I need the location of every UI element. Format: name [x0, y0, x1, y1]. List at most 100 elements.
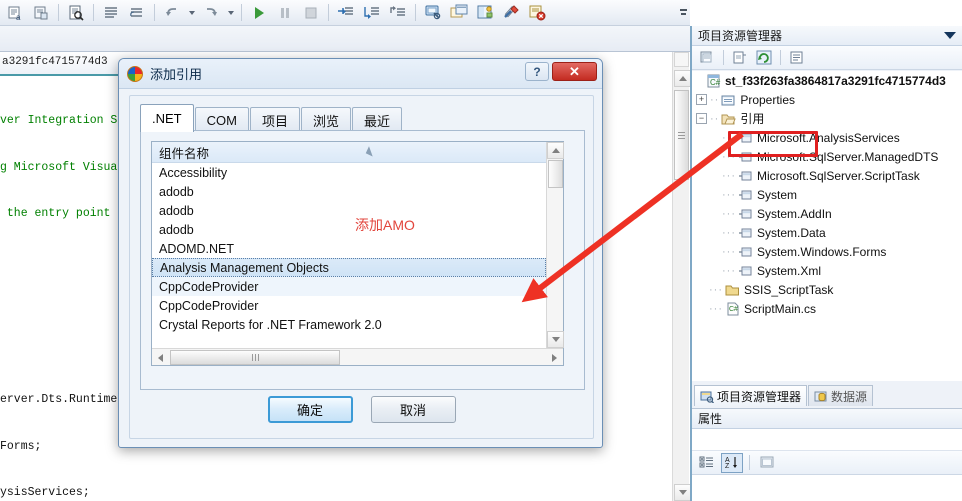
dialog-close-button[interactable]: ✕ — [552, 62, 597, 81]
help-button[interactable]: ? — [525, 62, 549, 81]
step-over-icon[interactable] — [360, 2, 384, 24]
view-code-button[interactable] — [786, 48, 808, 68]
ok-button[interactable]: 确定 — [267, 396, 353, 423]
toggle-bookmark-icon[interactable] — [421, 2, 445, 24]
tree-connector: ··· — [722, 245, 736, 258]
properties-grid[interactable] — [692, 475, 962, 501]
reference-icon — [738, 169, 753, 183]
properties-window-button[interactable] — [696, 48, 718, 68]
tree-item-references[interactable]: − ·· 引用 — [692, 109, 962, 128]
list-item[interactable]: CppCodeProvider — [152, 277, 546, 296]
tree-item-reference[interactable]: ··· System.Windows.Forms — [692, 242, 962, 261]
toolbar-separator — [749, 455, 750, 470]
categorized-button[interactable] — [696, 453, 718, 473]
tree-item-reference[interactable]: ··· System.AddIn — [692, 204, 962, 223]
tree-item-label: System.Data — [757, 225, 826, 240]
expander-icon[interactable]: + — [696, 94, 707, 105]
scroll-up-button[interactable] — [674, 70, 691, 87]
tree-item-reference[interactable]: ··· Microsoft.SqlServer.ScriptTask — [692, 166, 962, 185]
listbox-vertical-scrollbar[interactable] — [546, 142, 564, 348]
redo-icon[interactable] — [199, 2, 223, 24]
error-list-icon[interactable] — [525, 2, 549, 24]
editor-scroll-thumb[interactable] — [674, 90, 689, 180]
tree-item-properties[interactable]: + ·· Properties — [692, 90, 962, 109]
tab-solution-explorer[interactable]: 项目资源管理器 — [694, 385, 808, 406]
uncomment-selection-icon[interactable] — [29, 2, 53, 24]
format-selection-icon[interactable] — [125, 2, 149, 24]
list-item[interactable]: Accessibility — [152, 163, 546, 182]
scroll-left-button[interactable] — [153, 350, 168, 365]
list-item[interactable]: CppCodeProvider — [152, 296, 546, 315]
list-item[interactable]: ADOMD.NET — [152, 239, 546, 258]
list-item-selected[interactable]: Analysis Management Objects — [152, 258, 546, 277]
refresh-button[interactable] — [753, 48, 775, 68]
listbox-column-header[interactable]: 组件名称 ◣ — [152, 142, 563, 163]
svg-text:a: a — [16, 13, 21, 21]
expander-icon[interactable]: − — [696, 113, 707, 124]
document-tab-strip — [0, 26, 690, 52]
folder-icon — [725, 283, 740, 297]
svg-text:C#: C# — [710, 78, 721, 87]
break-all-icon[interactable] — [273, 2, 297, 24]
dialog-button-row: 确定 取消 — [130, 396, 593, 423]
listbox-hscroll-thumb[interactable] — [170, 350, 340, 365]
properties-title: 属性 — [698, 412, 723, 426]
properties-folder-icon — [721, 93, 736, 107]
tree-item-folder[interactable]: ··· SSIS_ScriptTask — [692, 280, 962, 299]
alphabetical-button[interactable]: A Z — [721, 452, 743, 473]
tree-item-reference[interactable]: ··· System.Xml — [692, 261, 962, 280]
tab-label: 最近 — [364, 113, 391, 129]
show-all-files-button[interactable] — [729, 48, 751, 68]
panel-dropdown-icon[interactable] — [944, 32, 956, 39]
redo-dropdown-icon[interactable] — [225, 2, 236, 24]
step-out-icon[interactable] — [386, 2, 410, 24]
dialog-titlebar[interactable]: 添加引用 ? ✕ — [119, 59, 602, 89]
scroll-up-button[interactable] — [547, 142, 564, 159]
comment-selection-icon[interactable]: a — [3, 2, 27, 24]
dialog-title: 添加引用 — [150, 67, 203, 82]
tab-label: 浏览 — [312, 113, 339, 129]
list-item[interactable]: Crystal Reports for .NET Framework 2.0 — [152, 315, 546, 334]
tree-item-label: Microsoft.SqlServer.ScriptTask — [757, 168, 920, 183]
stop-debugging-icon[interactable] — [299, 2, 323, 24]
step-into-icon[interactable] — [334, 2, 358, 24]
listbox-rows[interactable]: Accessibility adodb adodb adodb ADOMD.NE… — [152, 163, 546, 348]
list-item[interactable]: adodb — [152, 201, 546, 220]
tab-data-sources[interactable]: 数据源 — [808, 385, 874, 406]
properties-object-selector[interactable] — [692, 429, 962, 451]
tree-item-project[interactable]: C# st_f33f263fa3864817a3291fc4715774d3 — [692, 71, 962, 90]
editor-vertical-scrollbar[interactable] — [672, 52, 691, 501]
solution-tree[interactable]: C# st_f33f263fa3864817a3291fc4715774d3 +… — [692, 71, 962, 381]
scroll-right-button[interactable] — [547, 350, 562, 365]
tree-item-reference[interactable]: ··· System — [692, 185, 962, 204]
list-item[interactable]: adodb — [152, 182, 546, 201]
undo-icon[interactable] — [160, 2, 184, 24]
scroll-down-button[interactable] — [674, 484, 691, 501]
toolbar-overflow-button[interactable] — [680, 8, 687, 17]
add-reference-dialog: 添加引用 ? ✕ .NET COM 项目 浏览 最近 组件名称 ◣ Access… — [118, 58, 603, 448]
tree-item-label: Properties — [740, 92, 796, 107]
tab-dotnet[interactable]: .NET — [140, 104, 194, 132]
find-in-files-icon[interactable] — [64, 2, 88, 24]
tree-connector: ··· — [709, 302, 723, 315]
scroll-down-button[interactable] — [547, 331, 564, 348]
undo-dropdown-icon[interactable] — [186, 2, 197, 24]
tab-recent[interactable]: 最近 — [352, 107, 403, 132]
listbox-scroll-thumb[interactable] — [548, 160, 563, 188]
format-document-icon[interactable] — [99, 2, 123, 24]
component-listbox[interactable]: 组件名称 ◣ Accessibility adodb adodb adodb A… — [151, 141, 564, 366]
list-item[interactable]: adodb — [152, 220, 546, 239]
tree-item-file[interactable]: ··· C# ScriptMain.cs — [692, 299, 962, 318]
tab-com[interactable]: COM — [194, 107, 249, 132]
new-window-icon[interactable] — [447, 2, 471, 24]
toolbar-separator — [723, 50, 724, 65]
toolbox-icon[interactable] — [499, 2, 523, 24]
start-debugging-icon[interactable] — [247, 2, 271, 24]
tab-projects[interactable]: 项目 — [249, 107, 300, 132]
property-pages-button[interactable] — [756, 453, 778, 473]
properties-window-icon[interactable] — [473, 2, 497, 24]
tree-item-reference[interactable]: ··· System.Data — [692, 223, 962, 242]
cancel-button[interactable]: 取消 — [370, 396, 456, 423]
tab-browse[interactable]: 浏览 — [300, 107, 351, 132]
listbox-horizontal-scrollbar[interactable] — [152, 348, 563, 365]
